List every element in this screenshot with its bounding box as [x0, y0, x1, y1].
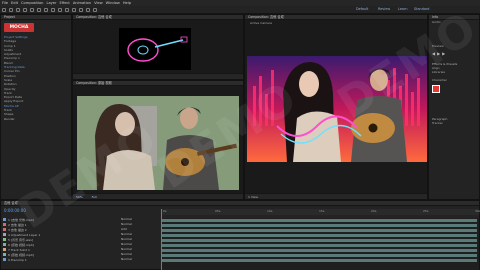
fill-color-swatch[interactable] — [432, 84, 440, 93]
ruler-tick-label: 20s — [371, 209, 377, 213]
layer-duration-bar[interactable] — [161, 258, 477, 262]
neon-guitar-graphic — [127, 36, 188, 62]
layer-blend-mode[interactable]: Normal — [121, 223, 132, 227]
playhead[interactable] — [161, 209, 162, 270]
guitar-frame — [119, 28, 191, 70]
rotate-tool-icon[interactable] — [30, 7, 34, 12]
viewer-controls-bar — [73, 73, 243, 79]
home-icon[interactable] — [2, 7, 6, 12]
track-area[interactable] — [161, 218, 479, 270]
layer-color-label[interactable] — [3, 238, 6, 241]
workspace-review[interactable]: Review — [378, 7, 390, 11]
side-section[interactable]: Character — [429, 78, 479, 82]
layer-color-label[interactable] — [3, 223, 6, 226]
ruler-tick-label: 05s — [215, 209, 221, 213]
selection-tool-icon[interactable] — [9, 7, 13, 12]
ruler-tick-label: 0s — [163, 209, 167, 213]
timeline-layer-row[interactable]: 7 Track Solid 1 Normal — [1, 248, 159, 252]
layer-blend-mode[interactable]: Normal — [121, 233, 132, 237]
layer-name[interactable]: 吉他 描边 1 — [11, 223, 27, 227]
shape-tool-icon[interactable] — [51, 7, 55, 12]
time-ruler[interactable]: 0s 05s 10s 15s 20s 25s 30s — [161, 209, 480, 215]
layer-duration-bar[interactable] — [161, 243, 477, 247]
viewer-controls-bar: 1 View — [245, 193, 427, 199]
camera-label: Active Camera — [250, 21, 273, 25]
ruler-tick-label: 15s — [319, 209, 325, 213]
layer-blend-mode[interactable]: Normal — [121, 243, 132, 247]
timeline-layer-row[interactable]: 3 吉他 描边 2 Add — [1, 228, 159, 232]
layer-color-label[interactable] — [3, 248, 6, 251]
side-section[interactable]: Tracker — [429, 121, 479, 125]
effect-row[interactable]: Render — [1, 117, 71, 121]
brush-tool-icon[interactable] — [72, 7, 76, 12]
hand-tool-icon[interactable] — [16, 7, 20, 12]
layer-color-label[interactable] — [3, 243, 6, 246]
layer-list: 1 [吉他 光效.mp4] Normal 2 吉他 描边 1 Normal 3 吉他 描… — [1, 218, 159, 270]
type-tool-icon[interactable] — [65, 7, 69, 12]
layer-color-label[interactable] — [3, 253, 6, 256]
layer-duration-bar[interactable] — [161, 238, 477, 242]
timeline-layer-row[interactable]: 5 [背景 音乐.wav] Normal — [1, 238, 159, 242]
timeline-layer-row[interactable]: 6 [原始 视频.mp4] Normal — [1, 243, 159, 247]
workspace-default[interactable]: Default — [356, 7, 368, 11]
layer-duration-bar[interactable] — [161, 223, 477, 227]
camera-tool-icon[interactable] — [37, 7, 41, 12]
after-effects-window: File Edit Composition Layer Effect Anima… — [0, 0, 480, 270]
layer-duration-bar[interactable] — [161, 218, 477, 222]
layer-duration-bar[interactable] — [161, 248, 477, 252]
stamp-tool-icon[interactable] — [79, 7, 83, 12]
layer-color-label[interactable] — [3, 228, 6, 231]
composition-viewer[interactable] — [73, 20, 243, 74]
layer-blend-mode[interactable]: Add — [121, 228, 127, 232]
layer-name[interactable]: [原始 视频.mp4] — [11, 253, 34, 257]
layer-duration-bar[interactable] — [161, 253, 477, 257]
timeline-layer-row[interactable]: 4 Adjustment Layer 1 Normal — [1, 233, 159, 237]
composition-panel-guitar: Composition: 吉他 合成 — [72, 14, 244, 80]
layer-blend-mode[interactable]: Normal — [121, 258, 132, 262]
layer-duration-bar[interactable] — [161, 233, 477, 237]
layer-name[interactable]: [原始 视频.mp4] — [11, 243, 34, 247]
zoom-tool-icon[interactable] — [23, 7, 27, 12]
timeline-layer-row[interactable]: 9 Precomp 1 Normal — [1, 258, 159, 262]
pan-behind-tool-icon[interactable] — [44, 7, 48, 12]
layer-color-label[interactable] — [3, 233, 6, 236]
layer-blend-mode[interactable]: Normal — [121, 238, 132, 242]
puppet-tool-icon[interactable] — [93, 7, 97, 12]
layer-blend-mode[interactable]: Normal — [121, 253, 132, 257]
layer-name[interactable]: [背景 音乐.wav] — [11, 238, 33, 242]
layer-name[interactable]: Track Solid 1 — [11, 248, 30, 252]
views-select[interactable]: 1 View — [248, 195, 258, 199]
layer-blend-mode[interactable]: Normal — [121, 218, 132, 222]
pen-tool-icon[interactable] — [58, 7, 62, 12]
ruler-tick-label: 25s — [423, 209, 429, 213]
timeline-layer-row[interactable]: 8 [原始 视频.mp4] Normal — [1, 253, 159, 257]
layer-name[interactable]: 吉他 描边 2 — [11, 228, 27, 232]
ruler-tick-label: 30s — [475, 209, 480, 213]
layer-blend-mode[interactable]: Normal — [121, 248, 132, 252]
workspace-standard[interactable]: Standard — [414, 7, 429, 11]
timeline-layer-row[interactable]: 2 吉他 描边 1 Normal — [1, 223, 159, 227]
workspace-learn[interactable]: Learn — [398, 7, 407, 11]
mocha-logo: MOCHA — [4, 23, 34, 32]
layer-name[interactable]: Precomp 1 — [11, 258, 27, 262]
eraser-tool-icon[interactable] — [86, 7, 90, 12]
layer-color-label[interactable] — [3, 218, 6, 221]
ruler-tick-label: 10s — [267, 209, 273, 213]
layer-color-label[interactable] — [3, 258, 6, 261]
tools-toolbar: Default Review Learn Standard — [0, 6, 480, 14]
layer-duration-bar[interactable] — [161, 228, 477, 232]
